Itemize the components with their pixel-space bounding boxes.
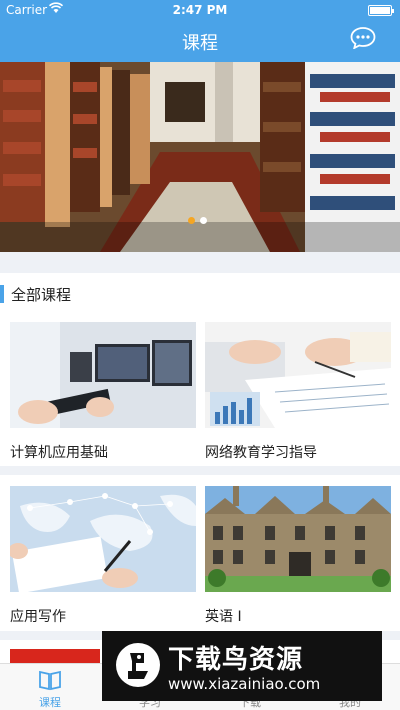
- section-title: 全部课程: [11, 286, 72, 304]
- course-title: 计算机应用基础: [10, 445, 108, 461]
- tab-label: 课程: [39, 696, 61, 709]
- navigation-bar: Carrier 2:47 PM 课程: [0, 0, 400, 62]
- carousel-dot-1[interactable]: [188, 217, 195, 224]
- battery-icon: [368, 5, 394, 16]
- carousel-dots: [188, 209, 212, 228]
- course-title: 网络教育学习指导: [205, 445, 317, 461]
- message-icon[interactable]: [350, 27, 376, 50]
- book-icon: [38, 669, 62, 691]
- course-title: 应用写作: [10, 609, 66, 625]
- bird-logo-icon: [114, 641, 162, 689]
- course-title: 英语 I: [205, 609, 242, 625]
- clock: 2:47 PM: [172, 3, 228, 17]
- next-course-thumbnail-partial: [10, 649, 100, 663]
- course-grid: 计算机应用基础 网络教育学习指导 应用写作 英语 I: [0, 313, 400, 663]
- watermark-url: www.xiazainiao.com: [168, 675, 321, 693]
- row-divider: [0, 466, 400, 475]
- tab-courses[interactable]: 课程: [0, 664, 100, 710]
- status-bar: Carrier 2:47 PM: [0, 0, 400, 20]
- carousel-dot-2[interactable]: [200, 217, 207, 224]
- course-thumbnail: [205, 322, 391, 428]
- page-title: 课程: [182, 33, 218, 54]
- section-accent-bar: [0, 285, 4, 303]
- course-thumbnail: [205, 486, 391, 592]
- course-thumbnail: [10, 486, 196, 592]
- section-header: 全部课程: [0, 273, 400, 313]
- course-thumbnail: [10, 322, 196, 428]
- watermark-banner: 下载鸟资源 www.xiazainiao.com: [102, 631, 382, 701]
- banner-carousel[interactable]: [0, 62, 400, 252]
- watermark-text: 下载鸟资源: [168, 645, 304, 675]
